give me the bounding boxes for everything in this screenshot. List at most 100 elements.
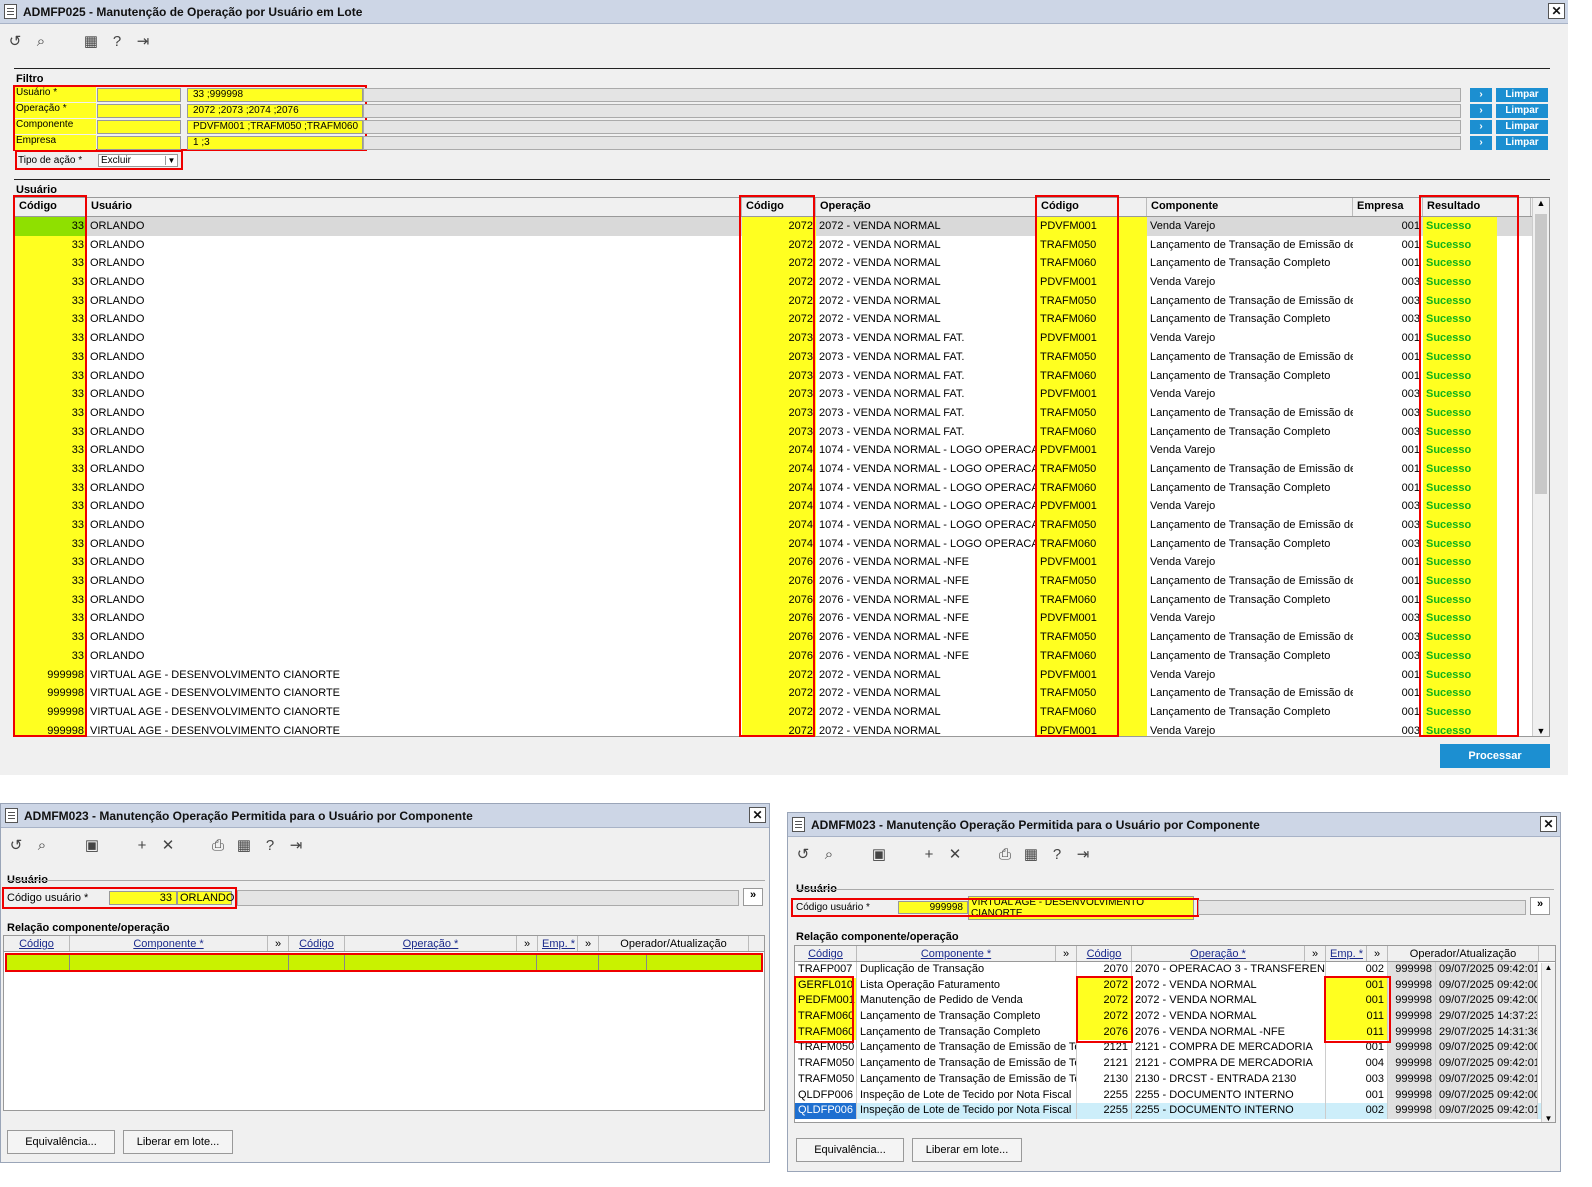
help-icon[interactable]: ? bbox=[259, 834, 281, 856]
scroll-up-icon[interactable]: ▲ bbox=[1533, 198, 1549, 214]
limpar-button[interactable]: Limpar bbox=[1496, 119, 1548, 134]
tipo-acao-select[interactable]: Excluir ▼ bbox=[98, 153, 178, 167]
table-row[interactable]: QLDFP006 Inspeção de Lote de Tecido por N… bbox=[795, 1103, 1555, 1119]
liberar-em-lote-button[interactable]: Liberar em lote... bbox=[123, 1130, 233, 1154]
print-icon[interactable]: ⎙ bbox=[994, 843, 1016, 865]
scroll-down-icon[interactable]: ▼ bbox=[1542, 1114, 1555, 1122]
filter-lookup-button[interactable]: › bbox=[1470, 119, 1492, 134]
cell-usuario: VIRTUAL AGE - DESENVOLVIMENTO CIANORTE bbox=[90, 705, 341, 718]
col-codigo[interactable]: Código bbox=[4, 936, 70, 951]
add-icon[interactable]: + bbox=[918, 843, 940, 865]
undo-icon[interactable]: ↺ bbox=[4, 30, 26, 52]
processar-button[interactable]: Processar bbox=[1440, 744, 1550, 768]
col-componente-expand[interactable]: » bbox=[1056, 946, 1077, 961]
cell-usuario: ORLANDO bbox=[90, 425, 145, 438]
empty-new-row[interactable] bbox=[5, 953, 763, 972]
col-componente[interactable]: Componente * bbox=[857, 946, 1056, 961]
table-row[interactable]: TRAFM060 Lançamento de Transação Completo… bbox=[795, 1024, 1555, 1041]
table-row[interactable]: GERFL010 Lista Operação Faturamento 2072 20… bbox=[795, 977, 1555, 994]
col-codigo[interactable]: Código bbox=[795, 946, 857, 961]
col-operacao[interactable]: Operação * bbox=[345, 936, 517, 951]
filter-value-input[interactable]: 33 ;999998 bbox=[187, 87, 363, 102]
limpar-button[interactable]: Limpar bbox=[1496, 87, 1548, 102]
vertical-scrollbar[interactable]: ▲ ▼ bbox=[1532, 198, 1549, 736]
help-icon[interactable]: ? bbox=[106, 30, 128, 52]
codigo-usuario-input[interactable]: 33 bbox=[109, 891, 177, 905]
col-codigo-operacao[interactable]: Código bbox=[289, 936, 345, 951]
col-operacao[interactable]: Operação bbox=[816, 198, 1037, 216]
cell-operacao: 2072 - VENDA NORMAL bbox=[819, 687, 941, 700]
equivalencia-button[interactable]: Equivalência... bbox=[796, 1138, 904, 1162]
filter-code-input[interactable] bbox=[97, 87, 181, 102]
exit-icon[interactable]: ⇥ bbox=[1072, 843, 1094, 865]
undo-icon[interactable]: ↺ bbox=[5, 834, 27, 856]
col-operacao-expand[interactable]: » bbox=[1305, 946, 1326, 961]
close-icon[interactable]: ✕ bbox=[1540, 816, 1557, 832]
col-operacao-expand[interactable]: » bbox=[517, 936, 538, 951]
scroll-up-icon[interactable]: ▲ bbox=[1542, 963, 1555, 977]
table-row[interactable]: TRAFP007 Duplicação de Transação 2070 2070 … bbox=[795, 962, 1555, 978]
table-row[interactable]: QLDFP006 Inspeção de Lote de Tecido por N… bbox=[795, 1087, 1555, 1104]
filter-code-input[interactable] bbox=[97, 119, 181, 134]
search-icon[interactable]: ⌕ bbox=[30, 30, 52, 52]
expand-icon[interactable]: » bbox=[743, 888, 763, 906]
table-row[interactable]: PEDFM001 Manutenção de Pedido de Venda 207… bbox=[795, 993, 1555, 1010]
col-empresa-expand[interactable]: » bbox=[1367, 946, 1388, 961]
filter-lookup-button[interactable]: › bbox=[1470, 135, 1492, 150]
vertical-scrollbar[interactable]: ▲ ▼ bbox=[1541, 963, 1555, 1122]
calendar-icon[interactable]: ▦ bbox=[1020, 843, 1042, 865]
equivalencia-button[interactable]: Equivalência... bbox=[7, 1130, 115, 1154]
save-icon[interactable]: ▣ bbox=[81, 834, 103, 856]
filter-lookup-button[interactable]: › bbox=[1470, 103, 1492, 118]
save-icon[interactable]: ▣ bbox=[868, 843, 890, 865]
exit-icon[interactable]: ⇥ bbox=[132, 30, 154, 52]
col-empresa[interactable]: Empresa bbox=[1353, 198, 1423, 216]
cell-usuario: ORLANDO bbox=[90, 294, 145, 307]
table-row[interactable]: TRAFM050 Lançamento de Transação de Emiss… bbox=[795, 1056, 1555, 1072]
col-usuario[interactable]: Usuário bbox=[87, 198, 742, 216]
limpar-button[interactable]: Limpar bbox=[1496, 135, 1548, 150]
filter-value-input[interactable]: 1 ;3 bbox=[187, 135, 363, 150]
print-icon[interactable]: ⎙ bbox=[207, 834, 229, 856]
delete-icon[interactable]: ✕ bbox=[944, 843, 966, 865]
filter-code-input[interactable] bbox=[97, 135, 181, 150]
col-componente[interactable]: Componente * bbox=[70, 936, 268, 951]
liberar-em-lote-button[interactable]: Liberar em lote... bbox=[912, 1138, 1022, 1162]
col-empresa[interactable]: Emp. * bbox=[538, 936, 578, 951]
limpar-button[interactable]: Limpar bbox=[1496, 103, 1548, 118]
scroll-thumb[interactable] bbox=[1535, 214, 1547, 494]
table-row[interactable]: TRAFM050 Lançamento de Transação de Emiss… bbox=[795, 1040, 1555, 1057]
col-codigo-operacao[interactable]: Código bbox=[1077, 946, 1132, 961]
table-row[interactable]: TRAFM050 Lançamento de Transação de Emiss… bbox=[795, 1071, 1555, 1088]
filter-value-input[interactable]: PDVFM001 ;TRAFM050 ;TRAFM060 bbox=[187, 119, 363, 134]
col-componente-expand[interactable]: » bbox=[268, 936, 289, 951]
calendar-icon[interactable]: ▦ bbox=[80, 30, 102, 52]
codigo-usuario-input[interactable]: 999998 bbox=[898, 901, 968, 914]
search-icon[interactable]: ⌕ bbox=[818, 843, 840, 865]
delete-icon[interactable]: ✕ bbox=[157, 834, 179, 856]
close-icon[interactable]: ✕ bbox=[1548, 3, 1565, 19]
undo-icon[interactable]: ↺ bbox=[792, 843, 814, 865]
table-row[interactable]: TRAFM060 Lançamento de Transação Completo… bbox=[795, 1009, 1555, 1025]
col-operacao[interactable]: Operação * bbox=[1132, 946, 1305, 961]
scroll-down-icon[interactable]: ▼ bbox=[1533, 726, 1549, 736]
close-icon[interactable]: ✕ bbox=[749, 807, 766, 823]
calendar-icon[interactable]: ▦ bbox=[233, 834, 255, 856]
expand-icon[interactable]: » bbox=[1530, 897, 1550, 915]
exit-icon[interactable]: ⇥ bbox=[285, 834, 307, 856]
col-operador-atualizacao[interactable]: Operador/Atualização bbox=[1388, 946, 1539, 961]
cell-operador: 999998 bbox=[1388, 1009, 1436, 1025]
col-empresa[interactable]: Emp. * bbox=[1326, 946, 1367, 961]
codigo-usuario-row: Código usuário * 999998 VIRTUAL AGE - DE… bbox=[791, 895, 1199, 920]
codigo-usuario-row: Código usuário * 33 ORLANDO bbox=[2, 887, 237, 909]
search-icon[interactable]: ⌕ bbox=[31, 834, 53, 856]
filter-value-input[interactable]: 2072 ;2073 ;2074 ;2076 bbox=[187, 103, 363, 118]
col-componente[interactable]: Componente bbox=[1147, 198, 1353, 216]
filter-lookup-button[interactable]: › bbox=[1470, 87, 1492, 102]
col-empresa-expand[interactable]: » bbox=[578, 936, 599, 951]
col-operador-atualizacao[interactable]: Operador/Atualização bbox=[599, 936, 749, 951]
add-icon[interactable]: + bbox=[131, 834, 153, 856]
help-icon[interactable]: ? bbox=[1046, 843, 1068, 865]
filter-code-input[interactable] bbox=[97, 103, 181, 118]
cell-atualizacao: 09/07/2025 09:42:01 bbox=[1436, 1056, 1538, 1072]
